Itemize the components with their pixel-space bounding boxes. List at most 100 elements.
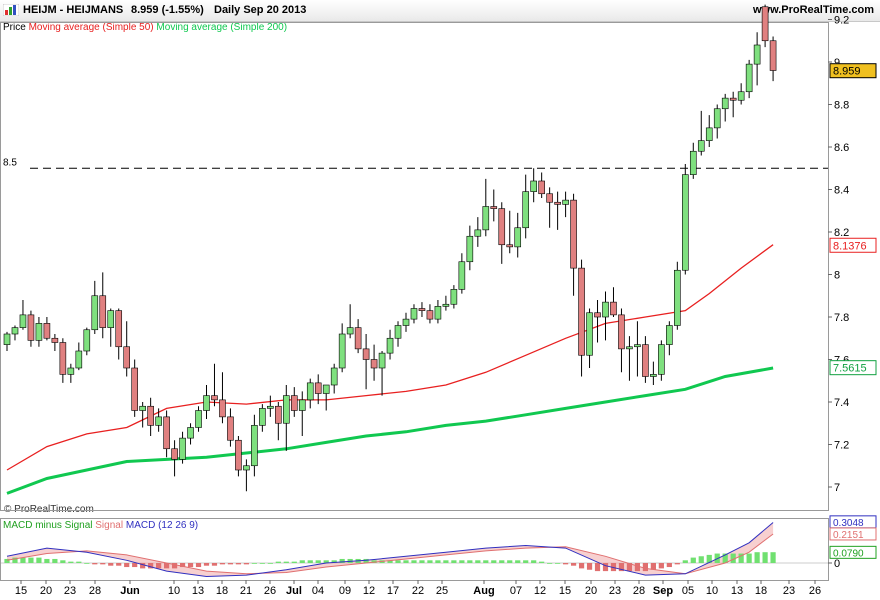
candle-up: [195, 410, 202, 428]
chart-svg[interactable]: 77.27.47.67.888.28.48.68.899.28.58.9598.…: [0, 0, 880, 600]
x-tick-label: 13: [731, 585, 743, 597]
macd-last-value: 0.3048: [833, 518, 864, 529]
macd-histogram-bar: [770, 552, 776, 563]
candle-up: [458, 261, 466, 290]
candle-down: [115, 310, 123, 348]
candle-down: [171, 448, 178, 460]
macd-histogram-bar: [307, 560, 313, 563]
candle-down: [594, 312, 601, 318]
x-tick-label: Jul: [286, 585, 302, 597]
x-tick-label: 25: [436, 585, 448, 597]
candle-down: [219, 399, 226, 418]
candle-down: [642, 344, 649, 377]
macd-histogram-bar: [283, 561, 289, 563]
macd-histogram-bar: [451, 560, 457, 563]
price-y-tick-label: 8.8: [834, 100, 849, 112]
candle-up: [737, 91, 745, 101]
candle-up: [705, 127, 713, 141]
x-tick-label: 15: [559, 585, 571, 597]
candle-up: [753, 44, 761, 65]
macd-histogram-bar: [100, 563, 106, 565]
macd-histogram-bar: [235, 563, 242, 565]
candle-up: [306, 382, 314, 401]
price-y-tick-label: 9.2: [834, 15, 849, 27]
macd-histogram-bar: [539, 561, 545, 563]
candle-up: [330, 367, 338, 386]
macd-histogram-bar: [84, 563, 90, 564]
candle-down: [426, 310, 434, 320]
macd-histogram-bar: [475, 560, 481, 563]
macd-histogram-bar: [291, 561, 297, 563]
candle-up: [697, 140, 705, 152]
price-y-tick-label: 7: [834, 482, 840, 494]
macd-histogram-bar: [243, 563, 249, 565]
macd-histogram-bar: [211, 563, 218, 566]
macd-histogram-bar: [435, 560, 441, 563]
x-tick-label: Aug: [473, 585, 494, 597]
candle-up: [713, 108, 721, 129]
macd-histogram-bar: [411, 560, 417, 563]
candle-up: [83, 329, 91, 352]
candle-up: [562, 199, 569, 205]
macd-histogram-bar: [76, 561, 82, 563]
candle-down: [27, 314, 35, 341]
candle-up: [19, 314, 27, 328]
candle-up: [203, 395, 210, 411]
candle-up: [650, 374, 657, 377]
macd-histogram-bar: [227, 563, 234, 565]
candle-up: [322, 384, 330, 394]
x-tick-label: Sep: [653, 585, 673, 597]
candle-down: [354, 327, 362, 350]
candle-down: [275, 405, 282, 424]
candle-up: [666, 325, 673, 345]
x-tick-label: 12: [363, 585, 375, 597]
candle-down: [314, 382, 322, 394]
candle-up: [298, 399, 306, 411]
x-tick-label: Jun: [120, 585, 140, 597]
candle-up: [259, 408, 266, 426]
x-tick-label: 20: [585, 585, 597, 597]
macd-histogram-bar: [555, 563, 561, 564]
candle-up: [378, 352, 386, 369]
candle-up: [745, 63, 753, 93]
macd-histogram-bar: [419, 560, 425, 563]
x-tick-label: 20: [40, 585, 52, 597]
candle-down: [554, 201, 561, 205]
ma200-last-value: 7.5615: [833, 363, 867, 375]
ma50-last-value: 8.1376: [833, 240, 867, 252]
x-tick-label: 26: [264, 585, 276, 597]
candle-down: [362, 348, 370, 360]
candle-up: [634, 344, 641, 348]
price-y-tick-label: 8.6: [834, 142, 849, 154]
macd-histogram-bar: [299, 560, 305, 563]
x-tick-label: 21: [240, 585, 252, 597]
macd-histogram-bar: [251, 563, 257, 564]
x-tick-label: 23: [64, 585, 76, 597]
macd-histogram-bar: [594, 563, 601, 572]
candle-up: [602, 301, 609, 318]
candle-down: [211, 395, 218, 401]
macd-histogram-bar: [682, 560, 688, 563]
macd-histogram-bar: [658, 563, 664, 569]
candle-up: [179, 437, 186, 460]
candle-up: [282, 395, 290, 424]
x-tick-label: 26: [809, 585, 821, 597]
macd-histogram-bar: [124, 563, 130, 568]
candle-up: [626, 346, 633, 350]
candle-up: [267, 405, 274, 409]
x-tick-label: 10: [168, 585, 180, 597]
candle-down: [578, 267, 585, 356]
candle-up: [466, 235, 474, 263]
candle-down: [163, 416, 170, 450]
candle-down: [51, 337, 59, 343]
macd-histogram-bar: [395, 560, 401, 563]
macd-histogram-bar: [259, 563, 265, 564]
signal-last-value: 0.2151: [833, 530, 864, 541]
macd-histogram-bar: [586, 563, 593, 570]
macd-histogram-bar: [68, 561, 74, 563]
candle-up: [658, 344, 665, 375]
x-tick-label: 23: [609, 585, 621, 597]
candle-up: [75, 350, 83, 369]
candle-up: [139, 405, 146, 411]
macd-histogram-bar: [531, 560, 537, 563]
